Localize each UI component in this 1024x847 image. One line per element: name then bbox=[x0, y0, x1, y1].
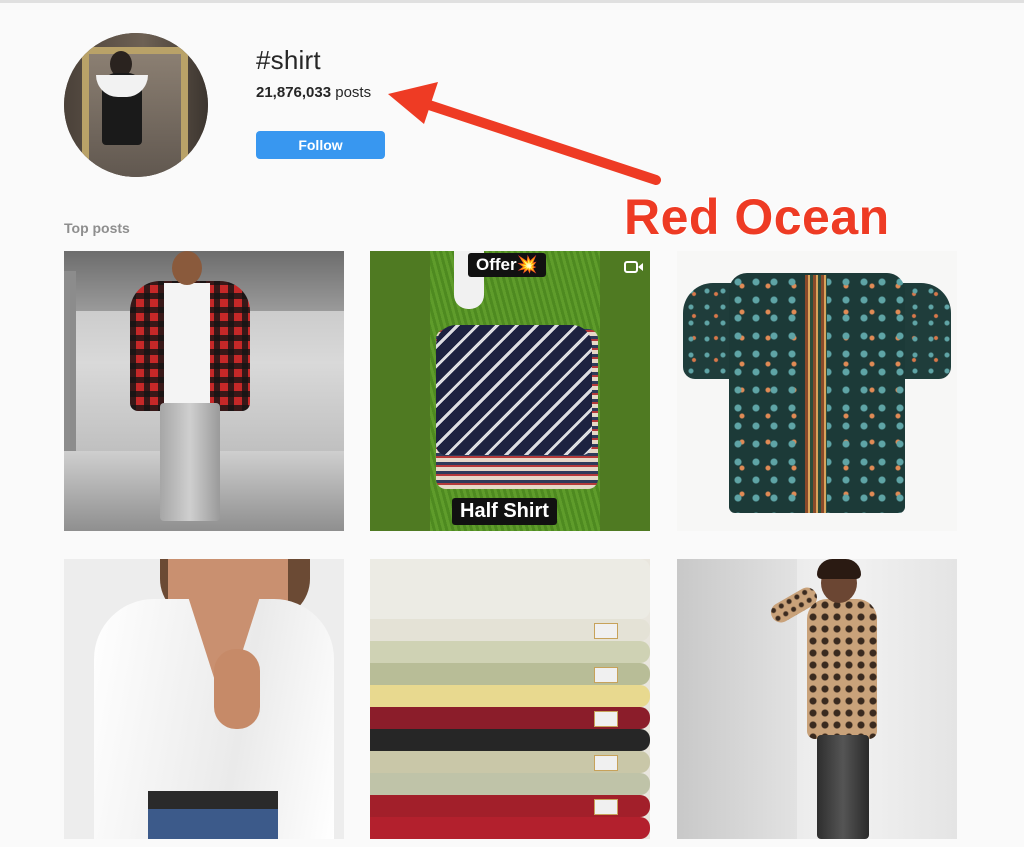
follow-button[interactable]: Follow bbox=[256, 131, 385, 159]
post-tile-3[interactable] bbox=[677, 251, 957, 531]
post-overlay-text: Offer💥 bbox=[468, 253, 546, 277]
post-tile-5[interactable] bbox=[370, 559, 650, 839]
post-tile-4[interactable] bbox=[64, 559, 344, 839]
video-icon bbox=[624, 259, 644, 278]
post-tile-1[interactable] bbox=[64, 251, 344, 531]
annotation-label: Red Ocean bbox=[624, 189, 890, 245]
post-tile-2[interactable]: Offer💥 Half Shirt bbox=[370, 251, 650, 531]
post-count: 21,876,033 posts bbox=[256, 84, 371, 101]
post-overlay-text: Half Shirt bbox=[452, 498, 557, 525]
post-tile-6[interactable] bbox=[677, 559, 957, 839]
section-label-top-posts: Top posts bbox=[64, 220, 130, 236]
top-divider bbox=[0, 0, 1024, 3]
post-count-suffix: posts bbox=[335, 84, 372, 101]
page-title: #shirt bbox=[256, 45, 321, 75]
hashtag-avatar bbox=[64, 33, 208, 177]
post-count-number: 21,876,033 bbox=[256, 84, 332, 101]
annotation-arrow bbox=[388, 82, 661, 185]
